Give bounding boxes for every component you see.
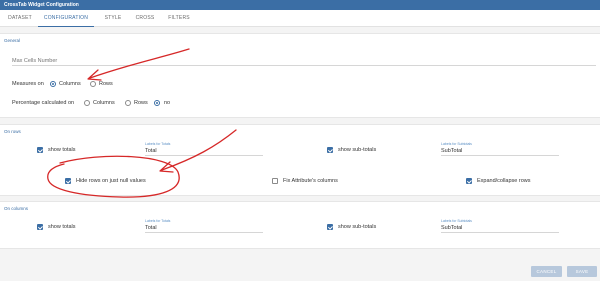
max-cells-input[interactable]: [12, 56, 596, 66]
rows-totals-label-input[interactable]: Total: [145, 147, 263, 156]
tab-configuration[interactable]: CONFIGURATION: [38, 10, 94, 27]
on-rows-card: On rows show totals Labels for Totals To…: [0, 124, 600, 196]
measures-rows-label: Rows: [99, 81, 113, 87]
columns-show-totals-checkbox[interactable]: [37, 224, 43, 230]
on-columns-title: On columns: [4, 206, 29, 211]
expand-collapse-label: Expand/collapse rows: [477, 178, 531, 184]
columns-show-subtotals-label: show sub-totals: [338, 224, 377, 230]
rows-show-totals-checkbox[interactable]: [37, 147, 43, 153]
expand-collapse-checkbox[interactable]: [466, 178, 472, 184]
general-card: General Measures on Columns Rows Percent…: [0, 33, 600, 118]
rows-totals-caption: Labels for Totals: [145, 142, 171, 146]
tab-cross[interactable]: CROSS: [130, 10, 160, 26]
hide-null-rows-label: Hide rows on just null values: [76, 178, 146, 184]
measures-columns-label: Columns: [59, 81, 81, 87]
columns-totals-caption: Labels for Totals: [145, 219, 171, 223]
tab-dataset[interactable]: DATASET: [2, 10, 38, 26]
window-title: CrossTab Widget Configuration: [0, 0, 600, 10]
save-button[interactable]: SAVE: [567, 266, 597, 277]
on-columns-card: On columns show totals Labels for Totals…: [0, 201, 600, 249]
rows-show-totals-label: show totals: [48, 147, 76, 153]
cancel-button[interactable]: CANCEL: [531, 266, 562, 277]
rows-show-subtotals-checkbox[interactable]: [327, 147, 333, 153]
percentage-columns-radio[interactable]: [84, 100, 90, 106]
fix-attributes-label: Fix Attribute's columns: [283, 178, 338, 184]
percentage-no-radio[interactable]: [154, 100, 160, 106]
tab-filters[interactable]: FILTERS: [162, 10, 196, 26]
on-rows-title: On rows: [4, 129, 21, 134]
percentage-rows-label: Rows: [134, 100, 148, 106]
percentage-columns-label: Columns: [93, 100, 115, 106]
measures-label: Measures on: [12, 81, 44, 87]
tab-bar: DATASET CONFIGURATION STYLE CROSS FILTER…: [0, 10, 600, 27]
measures-rows-radio[interactable]: [90, 81, 96, 87]
rows-show-subtotals-label: show sub-totals: [338, 147, 377, 153]
rows-subtotals-caption: Labels for Subtotals: [441, 142, 472, 146]
percentage-label: Percentage calculated on: [12, 100, 75, 106]
percentage-no-label: no: [164, 100, 171, 106]
general-title: General: [4, 38, 21, 43]
columns-show-totals-label: show totals: [48, 224, 76, 230]
percentage-rows-radio[interactable]: [125, 100, 131, 106]
columns-subtotals-caption: Labels for Subtotals: [441, 219, 472, 223]
columns-subtotals-label-input[interactable]: SubTotal: [441, 224, 559, 233]
rows-subtotals-label-input[interactable]: SubTotal: [441, 147, 559, 156]
columns-show-subtotals-checkbox[interactable]: [327, 224, 333, 230]
fix-attributes-checkbox[interactable]: [272, 178, 278, 184]
columns-totals-label-input[interactable]: Total: [145, 224, 263, 233]
measures-columns-radio[interactable]: [50, 81, 56, 87]
tab-style[interactable]: STYLE: [96, 10, 130, 26]
hide-null-rows-checkbox[interactable]: [65, 178, 71, 184]
